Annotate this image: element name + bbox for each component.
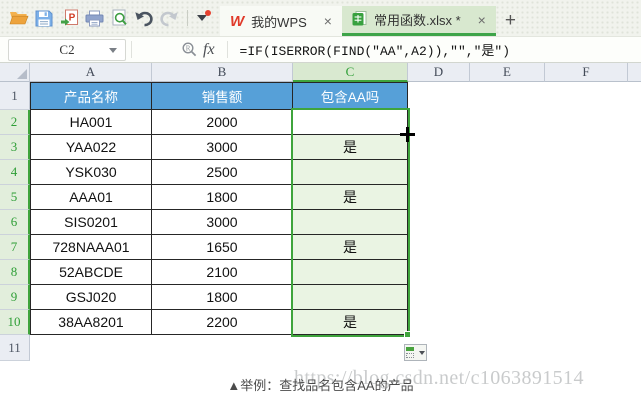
title-bar: P W 我的WPS × 常用函数.xlsx * × +: [0, 0, 641, 36]
spreadsheet-file-icon: [352, 10, 367, 29]
row-header-1[interactable]: 1: [0, 82, 30, 110]
autofill-icon: [406, 347, 416, 358]
cell-A9[interactable]: GSJ020: [30, 285, 152, 310]
search-icon[interactable]: R: [181, 41, 198, 58]
column-header-B[interactable]: B: [152, 63, 293, 82]
row-header-2[interactable]: 2: [0, 110, 30, 135]
row-header-10[interactable]: 10: [0, 310, 30, 335]
column-header-filler: [628, 63, 641, 82]
open-folder-icon[interactable]: [7, 7, 31, 29]
quick-access-toolbar: P: [0, 0, 214, 36]
cell-B3[interactable]: 3000: [152, 135, 293, 160]
close-tab-icon[interactable]: ×: [478, 13, 486, 27]
close-tab-icon[interactable]: ×: [324, 14, 332, 28]
cell-B4[interactable]: 2500: [152, 160, 293, 185]
cell-B2[interactable]: 2000: [152, 110, 293, 135]
cell-B10[interactable]: 2200: [152, 310, 293, 335]
column-header-E[interactable]: E: [470, 63, 545, 82]
toolbar-separator: [187, 10, 188, 26]
cell-C6[interactable]: [293, 210, 408, 235]
sheet-row-1: 1 产品名称 销售额 包含AA吗: [0, 82, 641, 110]
wps-spreadsheet-window: P W 我的WPS × 常用函数.xlsx * × + C2 R fx =IF(…: [0, 0, 641, 404]
sheet-row-2: 2 HA001 2000: [0, 110, 641, 135]
sheet-row-11: 11: [0, 335, 641, 361]
sheet-row-10: 10 38AA8201 2200 是: [0, 310, 641, 335]
row-header-4[interactable]: 4: [0, 160, 30, 185]
column-header-A[interactable]: A: [30, 63, 152, 82]
sheet-row-9: 9 GSJ020 1800: [0, 285, 641, 310]
column-header-D[interactable]: D: [408, 63, 470, 82]
svg-text:P: P: [68, 13, 75, 24]
save-icon[interactable]: [32, 7, 56, 29]
cell-B6[interactable]: 3000: [152, 210, 293, 235]
tab-my-wps[interactable]: W 我的WPS ×: [220, 6, 342, 36]
cell-B9[interactable]: 1800: [152, 285, 293, 310]
sheet-row-5: 5 AAA01 1800 是: [0, 185, 641, 210]
cell-C8[interactable]: [293, 260, 408, 285]
chevron-down-icon: [419, 350, 425, 355]
column-header-C[interactable]: C: [293, 63, 408, 82]
caption: ▲举例：查找品名包含AA的产品: [227, 378, 414, 393]
grid: A B C D E F 1 产品名称 销售额 包含AA吗 2 HA001 2000 3 YAA022 3000…: [0, 63, 641, 361]
sheet-row-6: 6 SIS0201 3000: [0, 210, 641, 235]
cell-C9[interactable]: [293, 285, 408, 310]
cell-A3[interactable]: YAA022: [30, 135, 152, 160]
cell-A7[interactable]: 728NAAA01: [30, 235, 152, 260]
select-all-corner[interactable]: [0, 63, 30, 82]
cell-B5[interactable]: 1800: [152, 185, 293, 210]
cell-C7[interactable]: 是: [293, 235, 408, 260]
export-pdf-icon[interactable]: P: [57, 7, 81, 29]
customize-toolbar-icon[interactable]: [194, 10, 211, 26]
row-header-11[interactable]: 11: [0, 335, 30, 361]
tab-label: 常用函数.xlsx *: [373, 13, 461, 28]
wps-logo-icon: W: [230, 12, 245, 30]
row-header-7[interactable]: 7: [0, 235, 30, 260]
sheet-row-8: 8 52ABCDE 2100: [0, 260, 641, 285]
cell-C1[interactable]: 包含AA吗: [293, 82, 408, 110]
cell-A10[interactable]: 38AA8201: [30, 310, 152, 335]
sheet-row-4: 4 YSK030 2500: [0, 160, 641, 185]
name-box[interactable]: C2: [8, 38, 126, 61]
cell-C10[interactable]: 是: [293, 310, 408, 335]
row-header-9[interactable]: 9: [0, 285, 30, 310]
row-header-6[interactable]: 6: [0, 210, 30, 235]
row-header-5[interactable]: 5: [0, 185, 30, 210]
cell-A5[interactable]: AAA01: [30, 185, 152, 210]
new-tab-button[interactable]: +: [496, 6, 525, 36]
row-header-8[interactable]: 8: [0, 260, 30, 285]
cell-B7[interactable]: 1650: [152, 235, 293, 260]
cell-B8[interactable]: 2100: [152, 260, 293, 285]
cell-C3[interactable]: 是: [293, 135, 408, 160]
undo-icon[interactable]: [132, 7, 156, 29]
cell-A2[interactable]: HA001: [30, 110, 152, 135]
cell-B1[interactable]: 销售额: [152, 82, 293, 110]
cell-A8[interactable]: 52ABCDE: [30, 260, 152, 285]
cell-C2[interactable]: [293, 110, 408, 135]
formula-input[interactable]: =IF(ISERROR(FIND(″AA″,A2)),″″,″是″): [233, 40, 641, 59]
cell-C5[interactable]: 是: [293, 185, 408, 210]
cell-reference: C2: [59, 41, 75, 57]
formula-bar: C2 R fx =IF(ISERROR(FIND(″AA″,A2)),″″,″是…: [0, 36, 641, 63]
row-header-3[interactable]: 3: [0, 135, 30, 160]
cell-A6[interactable]: SIS0201: [30, 210, 152, 235]
print-preview-icon[interactable]: [107, 7, 131, 29]
cell-C4[interactable]: [293, 160, 408, 185]
document-tabs: W 我的WPS × 常用函数.xlsx * × +: [220, 0, 525, 36]
formula-bar-separator: [226, 41, 228, 58]
formula-bar-separator: [131, 41, 132, 58]
sheet-row-7: 7 728NAAA01 1650 是: [0, 235, 641, 260]
cell-A1[interactable]: 产品名称: [30, 82, 152, 110]
fill-handle[interactable]: [404, 331, 411, 338]
tab-changyonghanshu[interactable]: 常用函数.xlsx * ×: [341, 6, 496, 36]
tab-label: 我的WPS: [251, 14, 307, 30]
cell-A4[interactable]: YSK030: [30, 160, 152, 185]
svg-text:R: R: [186, 45, 191, 53]
redo-icon[interactable]: [157, 7, 181, 29]
insert-function-icon[interactable]: fx: [203, 41, 215, 59]
chevron-down-icon[interactable]: [109, 47, 117, 53]
autofill-options-button[interactable]: [404, 344, 427, 361]
sheet-row-3: 3 YAA022 3000 是: [0, 135, 641, 160]
print-icon[interactable]: [82, 7, 106, 29]
column-header-F[interactable]: F: [545, 63, 628, 82]
